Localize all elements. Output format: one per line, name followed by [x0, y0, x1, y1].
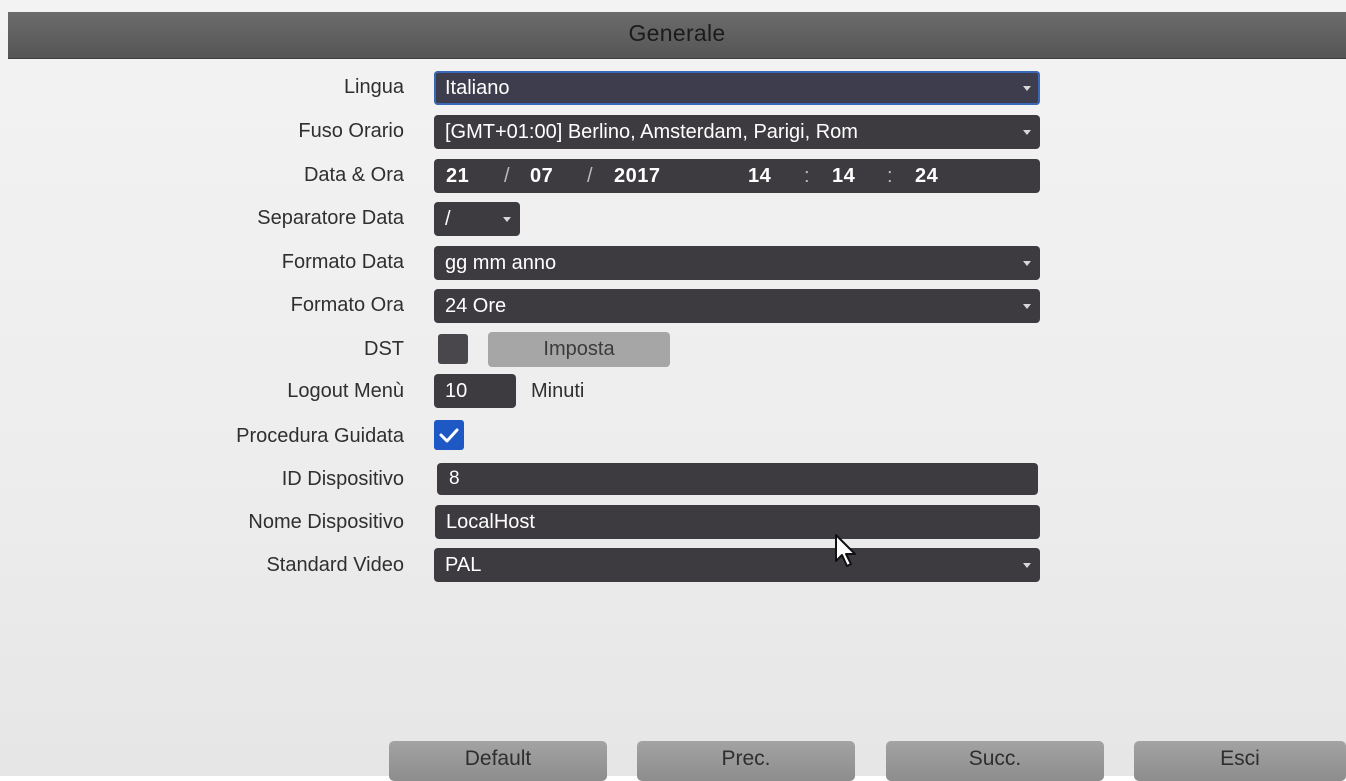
chevron-down-icon — [1023, 86, 1031, 91]
time-separator-glyph: : — [887, 165, 893, 187]
video-standard-value: PAL — [445, 554, 482, 576]
device-id-input[interactable]: 8 — [437, 463, 1038, 495]
time-format-select[interactable]: 24 Ore — [434, 289, 1040, 323]
wizard-checkbox[interactable] — [434, 420, 464, 450]
title-bar: Generale — [8, 12, 1346, 59]
dst-checkbox[interactable] — [438, 334, 468, 364]
chevron-down-icon — [503, 217, 511, 222]
datetime-field: 21 / 07 / 2017 14 : 14 : 24 — [434, 159, 1040, 193]
second-input[interactable]: 24 — [915, 159, 938, 193]
date-separator-glyph: / — [504, 165, 510, 187]
wizard-label: Procedura Guidata — [236, 425, 404, 447]
chevron-down-icon — [1023, 304, 1031, 309]
year-input[interactable]: 2017 — [614, 159, 661, 193]
language-value: Italiano — [445, 77, 510, 99]
time-separator-glyph: : — [804, 165, 810, 187]
dvr-settings-screen: Generale Lingua Italiano Fuso Orario [GM… — [0, 0, 1346, 781]
minute-input[interactable]: 14 — [832, 159, 855, 193]
device-name-value: LocalHost — [446, 511, 535, 533]
date-separator-value: / — [445, 208, 451, 230]
date-separator-glyph: / — [587, 165, 593, 187]
video-standard-select[interactable]: PAL — [434, 548, 1040, 582]
date-separator-label: Separatore Data — [257, 207, 404, 229]
logout-label: Logout Menù — [287, 380, 404, 402]
mouse-cursor-icon — [835, 534, 856, 567]
device-id-value: 8 — [449, 468, 460, 489]
chevron-down-icon — [1023, 563, 1031, 568]
exit-button[interactable]: Esci — [1134, 741, 1346, 781]
chevron-down-icon — [1023, 130, 1031, 135]
logout-minutes-input[interactable]: 10 — [434, 374, 516, 408]
timezone-label: Fuso Orario — [298, 120, 404, 142]
chevron-down-icon — [1023, 261, 1031, 266]
device-id-label: ID Dispositivo — [281, 468, 404, 490]
device-name-label: Nome Dispositivo — [248, 511, 404, 533]
next-button[interactable]: Succ. — [886, 741, 1104, 781]
checkmark-icon — [439, 428, 459, 443]
logout-unit-label: Minuti — [531, 380, 585, 402]
timezone-select[interactable]: [GMT+01:00] Berlino, Amsterdam, Parigi, … — [434, 115, 1040, 149]
language-select[interactable]: Italiano — [434, 71, 1040, 105]
dst-label: DST — [364, 338, 404, 360]
device-name-input[interactable]: LocalHost — [435, 505, 1040, 539]
date-separator-select[interactable]: / — [434, 202, 520, 236]
month-input[interactable]: 07 — [530, 159, 553, 193]
hour-input[interactable]: 14 — [748, 159, 771, 193]
date-format-value: gg mm anno — [445, 252, 557, 274]
time-format-label: Formato Ora — [290, 294, 404, 316]
default-button[interactable]: Default — [389, 741, 607, 781]
date-format-label: Formato Data — [281, 251, 404, 273]
logout-minutes-value: 10 — [445, 380, 468, 402]
language-label: Lingua — [343, 76, 404, 98]
page-title: Generale — [628, 20, 726, 46]
time-format-value: 24 Ore — [445, 295, 507, 317]
datetime-label: Data & Ora — [303, 164, 404, 186]
video-standard-label: Standard Video — [266, 554, 404, 576]
prev-button[interactable]: Prec. — [637, 741, 855, 781]
timezone-value: [GMT+01:00] Berlino, Amsterdam, Parigi, … — [445, 121, 858, 143]
date-format-select[interactable]: gg mm anno — [434, 246, 1040, 280]
dst-set-button[interactable]: Imposta — [488, 332, 670, 367]
day-input[interactable]: 21 — [446, 159, 469, 193]
